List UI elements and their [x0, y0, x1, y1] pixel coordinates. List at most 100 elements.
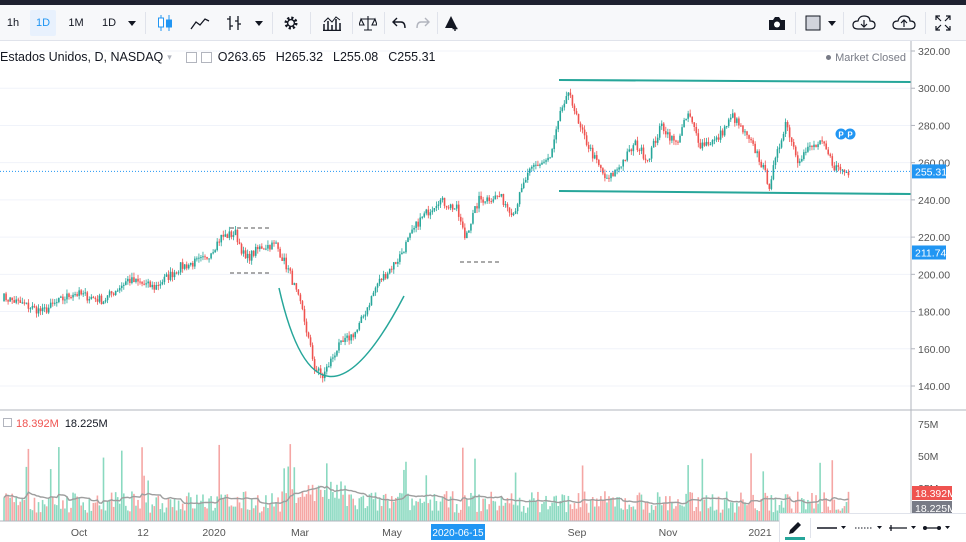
volume-bar — [185, 496, 188, 521]
volume-bar — [108, 499, 111, 521]
candle-body — [553, 139, 555, 150]
volume-bar — [470, 492, 472, 521]
interval-1d-button[interactable]: 1D — [30, 10, 56, 36]
candle-body — [382, 274, 385, 281]
volume-bar — [583, 491, 586, 521]
volume-bar — [435, 500, 438, 521]
chevron-down-icon[interactable]: ▾ — [167, 52, 172, 63]
chart-type-candles-button[interactable] — [152, 10, 178, 36]
candle-body — [719, 130, 722, 140]
candle-body — [768, 183, 771, 189]
fullscreen-button[interactable] — [930, 10, 956, 36]
candle-body — [330, 358, 332, 367]
candle-body — [210, 253, 212, 259]
volume-bar — [758, 511, 760, 521]
volume-bar — [520, 511, 523, 521]
volume-tick-label: 75M — [918, 419, 938, 431]
candle-body — [608, 177, 610, 179]
line-style-button[interactable] — [851, 515, 885, 541]
visibility-icon[interactable] — [185, 51, 197, 63]
chart-type-dropdown[interactable] — [250, 10, 268, 36]
candle-body — [636, 140, 639, 151]
interval-dropdown-button[interactable] — [124, 10, 140, 36]
compare-button[interactable] — [356, 10, 380, 36]
candle-body — [746, 131, 748, 136]
volume-bar — [51, 497, 54, 521]
toolbar-divider — [352, 12, 353, 34]
volume-bar — [224, 494, 227, 521]
layout-dropdown[interactable] — [825, 10, 839, 36]
candle-body — [441, 197, 444, 200]
volume-bar — [587, 512, 590, 521]
candle-body — [494, 195, 497, 200]
chart-type-area-button[interactable] — [186, 10, 214, 36]
candle-body — [47, 307, 50, 313]
volume-bar — [732, 502, 734, 521]
volume-visibility-icon[interactable] — [3, 418, 12, 427]
snapshot-button[interactable] — [764, 10, 790, 36]
chart-type-bars-button[interactable] — [222, 10, 246, 36]
undo-button[interactable] — [388, 10, 410, 36]
volume-ma-value: 18.225M — [64, 418, 108, 430]
volume-bar — [654, 505, 657, 521]
settings-icon[interactable] — [200, 51, 212, 63]
volume-bar — [196, 494, 198, 521]
candle-body — [660, 123, 663, 127]
volume-bar — [502, 505, 505, 521]
drawing-tools[interactable]: PP — [230, 79, 912, 378]
volume-axis[interactable]: 75M50M25M18.392M18.225M — [912, 419, 956, 515]
candle-body — [571, 95, 574, 106]
candle-body — [476, 206, 478, 209]
close-value: 255.31 — [397, 50, 436, 64]
interval-custom-button[interactable]: 1D — [96, 10, 122, 36]
interval-1h-button[interactable]: 1h — [2, 10, 24, 36]
volume-bar — [679, 504, 681, 521]
alert-button[interactable] — [440, 10, 462, 36]
indicators-button[interactable] — [318, 10, 346, 36]
volume-bar — [569, 504, 572, 521]
price-axis[interactable]: 320.00300.00280.00260.00240.00220.00200.… — [911, 46, 950, 393]
line-ends-button[interactable] — [919, 515, 953, 541]
candle-body — [58, 297, 60, 303]
candle-body — [439, 199, 442, 205]
pencil-button[interactable] — [780, 515, 810, 541]
save-layout-button[interactable] — [888, 10, 920, 36]
candle-body — [313, 359, 316, 370]
redo-button[interactable] — [412, 10, 434, 36]
volume-bar — [727, 508, 730, 521]
interval-1m-button[interactable]: 1M — [62, 10, 90, 36]
high-value: 265.32 — [284, 50, 324, 64]
load-layout-button[interactable] — [848, 10, 880, 36]
candle-body — [72, 294, 74, 298]
layout-button[interactable] — [801, 10, 825, 36]
line-end-button[interactable] — [885, 515, 919, 541]
line-width-button[interactable] — [811, 515, 851, 541]
candle-body — [256, 246, 259, 250]
volume-bar — [151, 504, 154, 521]
settings-button[interactable] — [278, 10, 304, 36]
symbol-name[interactable]: Estados Unidos, D, NASDAQ — [0, 50, 163, 64]
volume-bar — [707, 508, 710, 521]
volume-bar — [271, 493, 273, 521]
candle-body — [114, 291, 117, 295]
volume-bar — [74, 493, 76, 521]
candle-body — [110, 291, 113, 294]
candle-body — [386, 273, 389, 279]
volume-bar — [112, 506, 115, 521]
volume-bar — [699, 511, 702, 521]
volume-bar — [476, 511, 478, 521]
candle-body — [606, 177, 608, 179]
volume-bar — [595, 498, 598, 521]
volume-bar — [330, 481, 332, 521]
volume-bar — [634, 509, 637, 521]
volume-bar — [106, 500, 109, 521]
candle-body — [135, 278, 137, 283]
candle-body — [624, 159, 627, 161]
chevron-down-icon — [828, 20, 836, 26]
chart-canvas[interactable]: PP 320.00300.00280.00260.00240.00220.002… — [0, 41, 966, 542]
time-axis[interactable]: Oct 12 2020 Mar May Sep Nov 2021 2020-06-15 — [71, 524, 772, 540]
candle-body — [642, 147, 645, 159]
candle-body — [25, 302, 28, 304]
time-crosshair-label: 2020-06-15 — [432, 528, 484, 539]
candle-body — [244, 250, 247, 259]
